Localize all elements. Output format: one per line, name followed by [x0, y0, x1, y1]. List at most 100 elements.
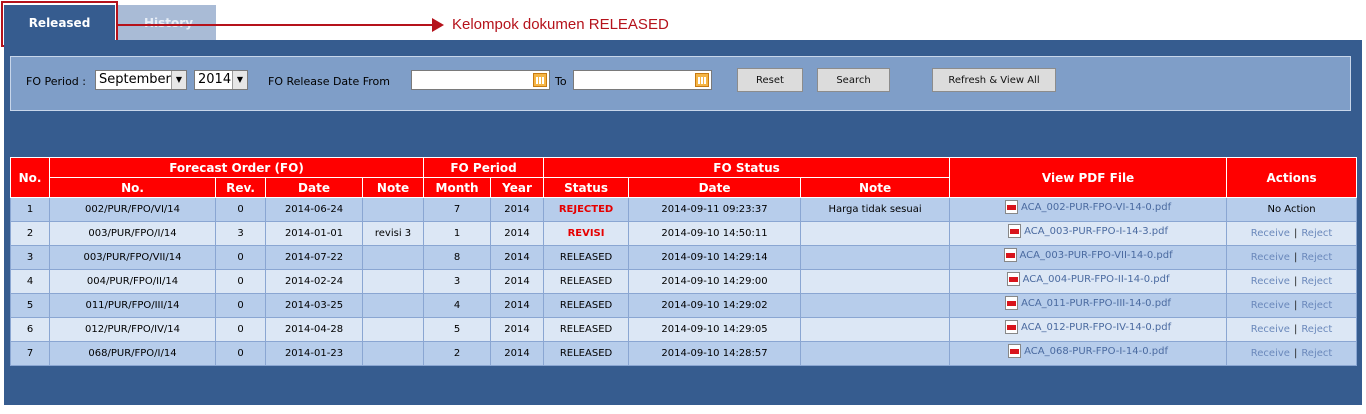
pdf-file-icon — [1003, 248, 1017, 262]
status-note — [800, 293, 951, 318]
period-year: 2014 — [490, 293, 545, 318]
header-fo-status: FO Status — [543, 157, 951, 178]
period-month: 5 — [423, 317, 492, 342]
status-note — [800, 317, 951, 342]
fo-note — [361, 269, 425, 294]
reject-link[interactable]: Reject — [1301, 276, 1332, 287]
pdf-file-icon — [1004, 320, 1018, 334]
calendar-icon[interactable] — [533, 73, 547, 87]
reset-button[interactable]: Reset — [737, 68, 803, 92]
receive-link[interactable]: Receive — [1251, 300, 1290, 311]
fo-note: revisi 3 — [361, 221, 425, 246]
status-badge: REJECTED — [543, 197, 630, 222]
period-year: 2014 — [490, 221, 545, 246]
fo-date: 2014-01-23 — [265, 341, 363, 366]
status-note — [800, 245, 951, 270]
release-date-from-input[interactable] — [411, 70, 550, 90]
date-to-label: To — [555, 75, 567, 88]
period-month: 3 — [423, 269, 492, 294]
pdf-cell: ACA_003-PUR-FPO-I-14-3.pdf — [949, 221, 1228, 246]
row-no: 2 — [10, 221, 50, 246]
actions-cell: Receive | Reject — [1226, 221, 1358, 246]
action-separator: | — [1293, 276, 1298, 287]
pdf-filename[interactable]: ACA_012-PUR-FPO-IV-14-0.pdf — [1021, 322, 1171, 333]
status-date: 2014-09-11 09:23:37 — [628, 197, 802, 222]
annotation-label: Kelompok dokumen RELEASED — [452, 16, 669, 33]
action-separator: | — [1293, 228, 1298, 239]
period-month: 4 — [423, 293, 492, 318]
revision: 0 — [215, 317, 266, 342]
revision: 3 — [215, 221, 266, 246]
receive-link[interactable]: Receive — [1251, 348, 1290, 359]
pdf-link[interactable]: ACA_003-PUR-FPO-I-14-3.pdf — [1008, 224, 1168, 238]
pdf-link[interactable]: ACA_011-PUR-FPO-III-14-0.pdf — [1005, 296, 1171, 310]
calendar-icon[interactable] — [695, 73, 709, 87]
pdf-link[interactable]: ACA_002-PUR-FPO-VI-14-0.pdf — [1004, 200, 1171, 214]
no-action-label: No Action — [1226, 197, 1358, 222]
receive-link[interactable]: Receive — [1251, 252, 1290, 263]
fo-date: 2014-06-24 — [265, 197, 363, 222]
period-year: 2014 — [490, 197, 545, 222]
status-badge: RELEASED — [543, 341, 630, 366]
reject-link[interactable]: Reject — [1301, 252, 1332, 263]
pdf-link[interactable]: ACA_068-PUR-FPO-I-14-0.pdf — [1008, 344, 1168, 358]
pdf-link[interactable]: ACA_012-PUR-FPO-IV-14-0.pdf — [1004, 320, 1171, 334]
reject-link[interactable]: Reject — [1301, 348, 1332, 359]
status-badge: RELEASED — [543, 293, 630, 318]
table-row: 2 003/PUR/FPO/I/14 3 2014-01-01 revisi 3… — [10, 221, 1358, 246]
pdf-cell: ACA_068-PUR-FPO-I-14-0.pdf — [949, 341, 1228, 366]
month-select[interactable]: September ▼ — [95, 70, 187, 90]
fo-number: 068/PUR/FPO/I/14 — [49, 341, 216, 366]
fo-number: 002/PUR/FPO/VI/14 — [49, 197, 216, 222]
pdf-filename[interactable]: ACA_004-PUR-FPO-II-14-0.pdf — [1023, 274, 1170, 285]
status-date: 2014-09-10 14:29:05 — [628, 317, 802, 342]
pdf-filename[interactable]: ACA_003-PUR-FPO-I-14-3.pdf — [1024, 226, 1168, 237]
header-actions: Actions — [1226, 157, 1358, 198]
pdf-filename[interactable]: ACA_011-PUR-FPO-III-14-0.pdf — [1021, 298, 1171, 309]
receive-link[interactable]: Receive — [1251, 228, 1290, 239]
fo-note — [361, 341, 425, 366]
subheader-fo-no: No. — [49, 177, 216, 198]
fo-number: 012/PUR/FPO/IV/14 — [49, 317, 216, 342]
period-month: 1 — [423, 221, 492, 246]
annotation-arrow-line — [118, 24, 436, 26]
fo-date: 2014-07-22 — [265, 245, 363, 270]
search-button[interactable]: Search — [817, 68, 890, 92]
reject-link[interactable]: Reject — [1301, 228, 1332, 239]
actions-cell: Receive | Reject — [1226, 317, 1358, 342]
pdf-filename[interactable]: ACA_003-PUR-FPO-VII-14-0.pdf — [1020, 250, 1173, 261]
release-date-to-input[interactable] — [573, 70, 712, 90]
status-date: 2014-09-10 14:29:02 — [628, 293, 802, 318]
fo-note — [361, 197, 425, 222]
table-row: 3 003/PUR/FPO/VII/14 0 2014-07-22 8 2014… — [10, 245, 1358, 270]
table-row: 6 012/PUR/FPO/IV/14 0 2014-04-28 5 2014 … — [10, 317, 1358, 342]
subheader-status-note: Note — [800, 177, 951, 198]
fo-table: No. Forecast Order (FO) FO Period FO Sta… — [10, 157, 1358, 366]
table-row: 4 004/PUR/FPO/II/14 0 2014-02-24 3 2014 … — [10, 269, 1358, 294]
tab-history[interactable]: History — [116, 5, 216, 40]
refresh-view-all-button[interactable]: Refresh & View All — [932, 68, 1056, 92]
reject-link[interactable]: Reject — [1301, 300, 1332, 311]
header-forecast-order: Forecast Order (FO) — [48, 157, 425, 178]
reject-link[interactable]: Reject — [1301, 324, 1332, 335]
status-date: 2014-09-10 14:29:00 — [628, 269, 802, 294]
pdf-cell: ACA_003-PUR-FPO-VII-14-0.pdf — [949, 245, 1228, 270]
subheader-status-date: Date — [628, 177, 802, 198]
year-select[interactable]: 2014 ▼ — [194, 70, 248, 90]
pdf-filename[interactable]: ACA_002-PUR-FPO-VI-14-0.pdf — [1021, 202, 1171, 213]
pdf-file-icon — [1008, 224, 1022, 238]
pdf-file-icon — [1004, 200, 1018, 214]
pdf-link[interactable]: ACA_004-PUR-FPO-II-14-0.pdf — [1006, 272, 1170, 286]
receive-link[interactable]: Receive — [1251, 324, 1290, 335]
fo-date: 2014-01-01 — [265, 221, 363, 246]
header-no: No. — [10, 157, 50, 198]
period-month: 7 — [423, 197, 492, 222]
fo-date: 2014-02-24 — [265, 269, 363, 294]
pdf-link[interactable]: ACA_003-PUR-FPO-VII-14-0.pdf — [1003, 248, 1173, 262]
revision: 0 — [215, 197, 266, 222]
receive-link[interactable]: Receive — [1251, 276, 1290, 287]
pdf-filename[interactable]: ACA_068-PUR-FPO-I-14-0.pdf — [1024, 346, 1168, 357]
status-note: Harga tidak sesuai — [800, 197, 951, 222]
subheader-rev: Rev. — [215, 177, 266, 198]
pdf-cell: ACA_012-PUR-FPO-IV-14-0.pdf — [949, 317, 1228, 342]
